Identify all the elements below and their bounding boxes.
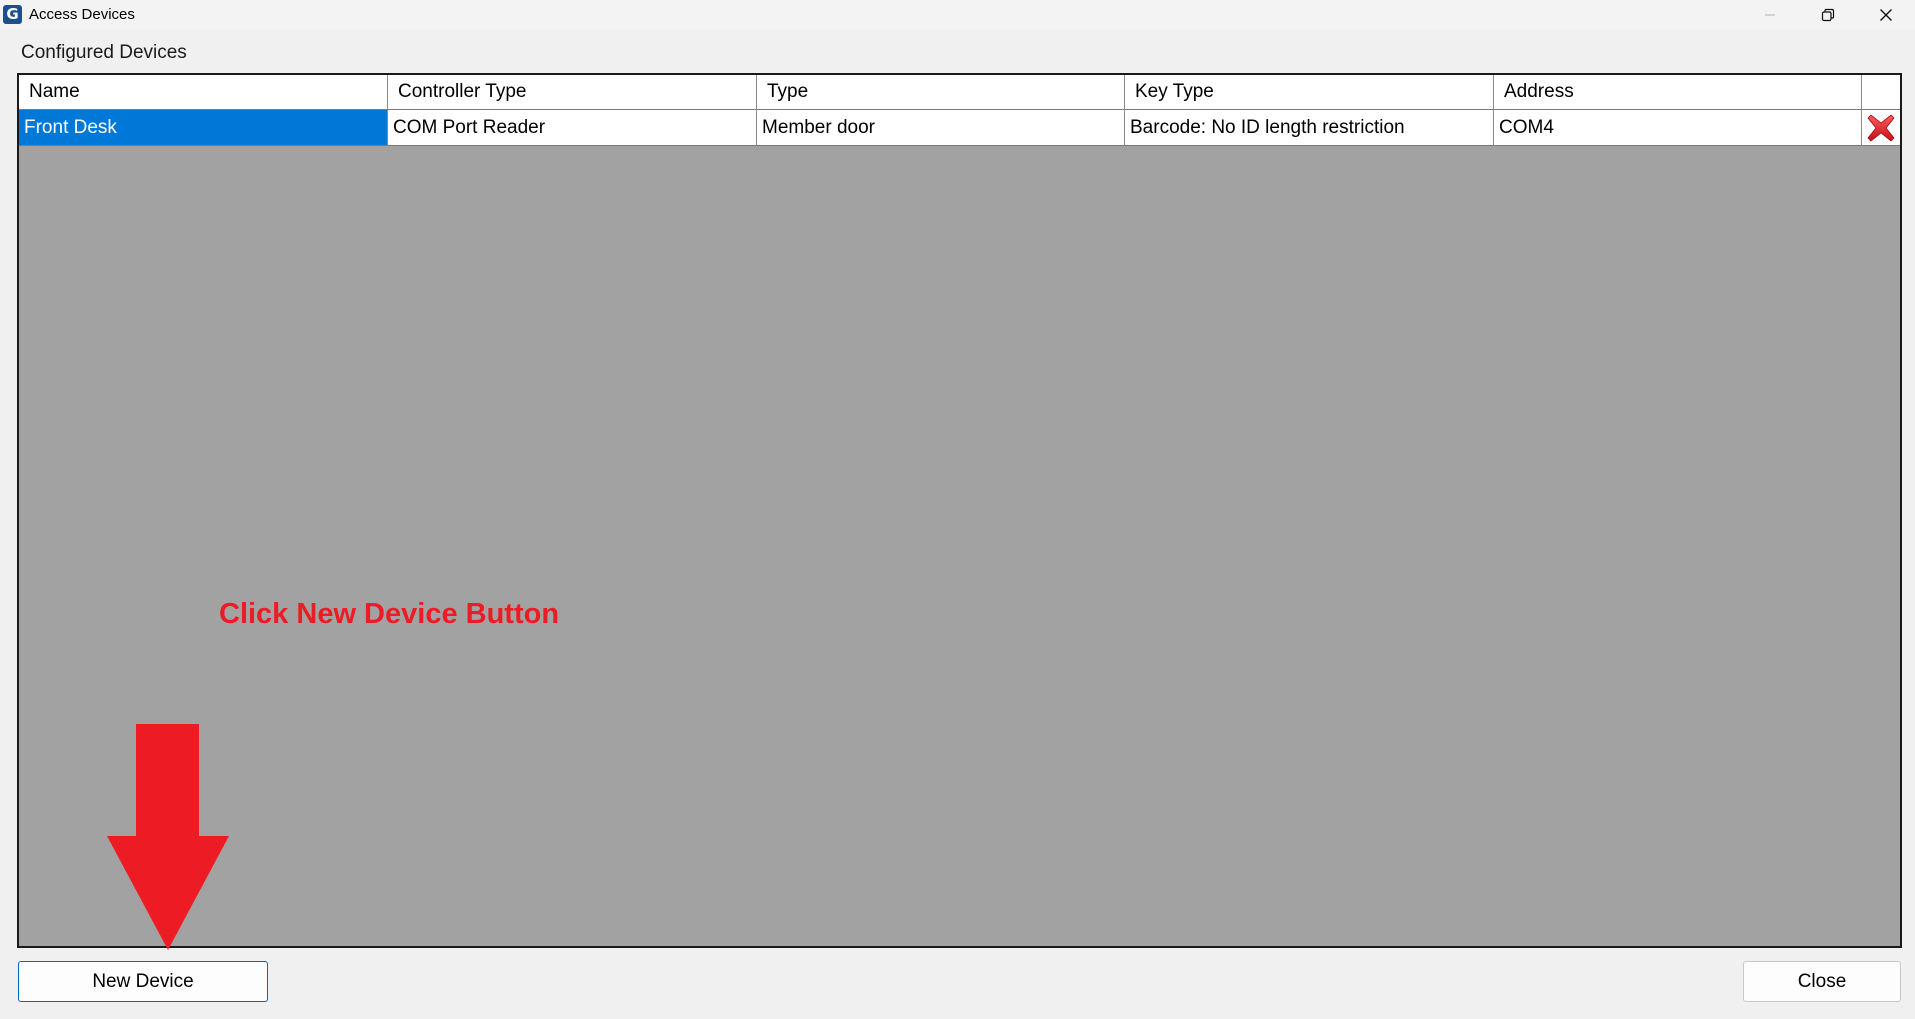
column-header-key-type[interactable]: Key Type — [1125, 75, 1494, 109]
restore-button[interactable] — [1799, 0, 1857, 29]
cell-key-type[interactable]: Barcode: No ID length restriction — [1125, 110, 1494, 145]
annotation-arrow-icon — [107, 724, 229, 950]
column-header-name[interactable]: Name — [19, 75, 388, 109]
cell-address[interactable]: COM4 — [1494, 110, 1862, 145]
delete-device-button[interactable] — [1862, 110, 1900, 145]
column-header-controller-type[interactable]: Controller Type — [388, 75, 757, 109]
window-close-button[interactable] — [1857, 0, 1915, 29]
column-header-type[interactable]: Type — [757, 75, 1125, 109]
app-icon: G — [3, 5, 22, 24]
delete-x-icon — [1867, 113, 1895, 142]
access-devices-window: G Access Devices Configured Devices Name… — [0, 0, 1915, 1019]
cell-type[interactable]: Member door — [757, 110, 1125, 145]
grid-header: Name Controller Type Type Key Type Addre… — [19, 75, 1900, 110]
restore-icon — [1821, 8, 1835, 21]
column-header-address[interactable]: Address — [1494, 75, 1862, 109]
column-header-delete — [1862, 75, 1900, 109]
devices-grid[interactable]: Name Controller Type Type Key Type Addre… — [17, 73, 1902, 948]
close-icon — [1880, 8, 1892, 21]
minimize-button[interactable] — [1741, 0, 1799, 29]
minimize-icon — [1765, 14, 1775, 15]
title-bar[interactable]: G Access Devices — [0, 0, 1915, 29]
annotation-text: Click New Device Button — [219, 598, 560, 630]
cell-name[interactable]: Front Desk — [19, 110, 388, 145]
cell-controller-type[interactable]: COM Port Reader — [388, 110, 757, 145]
close-button[interactable]: Close — [1743, 961, 1901, 1002]
configured-devices-label: Configured Devices — [21, 42, 187, 63]
new-device-button[interactable]: New Device — [18, 961, 268, 1002]
table-row[interactable]: Front Desk COM Port Reader Member door B… — [19, 110, 1900, 146]
window-title: Access Devices — [29, 6, 135, 23]
